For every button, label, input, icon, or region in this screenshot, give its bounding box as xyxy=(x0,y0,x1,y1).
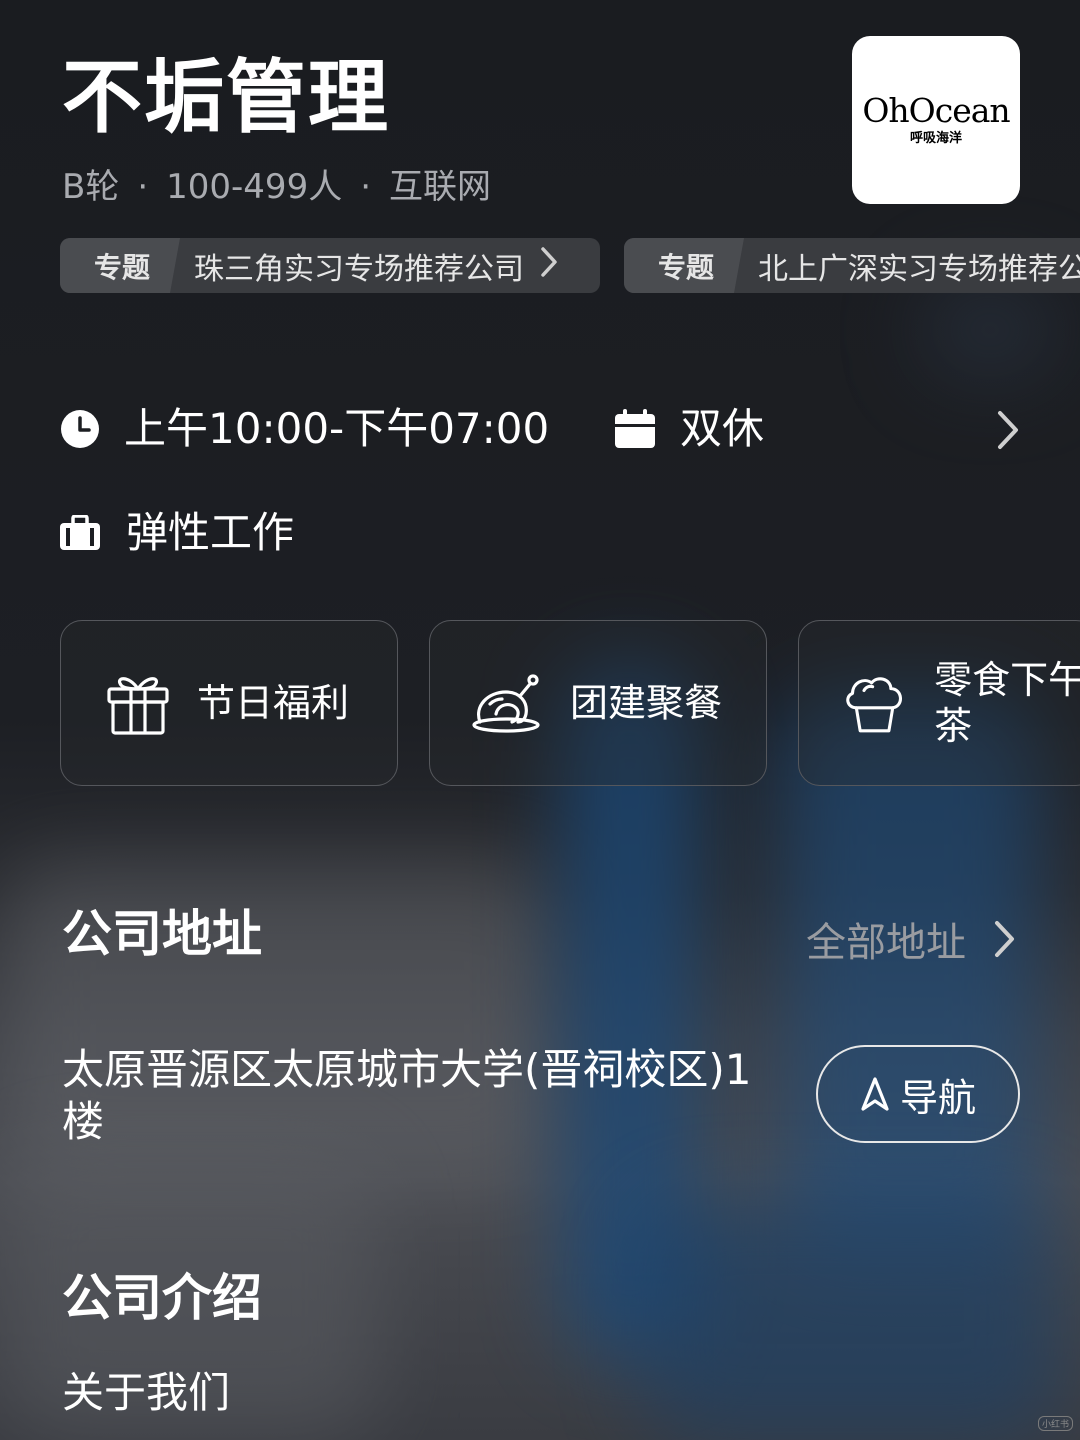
topic-chip-prd[interactable]: 专题 珠三角实习专场推荐公司 xyxy=(60,238,600,293)
company-industry: 互联网 xyxy=(389,167,492,207)
about-us-heading: 关于我们 xyxy=(62,1368,231,1417)
address-section-title: 公司地址 xyxy=(62,905,262,963)
topic-tag: 专题 xyxy=(624,238,744,293)
benefit-card-snacks[interactable]: 零食下午茶 xyxy=(798,620,1080,786)
intro-section-title: 公司介绍 xyxy=(62,1269,262,1327)
gift-icon xyxy=(107,677,169,735)
all-addresses-label: 全部地址 xyxy=(806,920,966,966)
clock-icon xyxy=(61,410,99,448)
all-addresses-link[interactable]: 全部地址 xyxy=(806,910,1018,968)
meta-separator: · xyxy=(360,167,372,207)
work-hours: 上午10:00-下午07:00 xyxy=(60,404,549,454)
company-address: 太原晋源区太原城市大学(晋祠校区)1楼 xyxy=(62,1045,752,1146)
meta-separator: · xyxy=(137,167,149,207)
work-hours-text: 上午10:00-下午07:00 xyxy=(124,404,550,453)
logo-subtitle: 呼吸海洋 xyxy=(909,131,962,146)
navigation-arrow-icon xyxy=(861,1077,889,1111)
benefit-card-holiday[interactable]: 节日福利 xyxy=(60,620,398,786)
rest-days[interactable]: 双休 xyxy=(614,404,764,454)
chevron-right-icon xyxy=(524,246,580,286)
company-name: 不垢管理 xyxy=(62,51,390,144)
roast-chicken-icon xyxy=(472,674,540,733)
funding-stage: B轮 xyxy=(62,167,120,207)
navigate-label: 导航 xyxy=(899,1075,976,1120)
topic-tag: 专题 xyxy=(60,238,180,293)
benefit-label: 团建聚餐 xyxy=(570,681,723,725)
flexible-work: 弹性工作 xyxy=(60,508,294,558)
company-meta: B轮 · 100-499人 · 互联网 xyxy=(62,164,491,210)
chevron-right-icon[interactable] xyxy=(994,408,1024,452)
logo-brand: OhOcean xyxy=(862,91,1010,130)
cupcake-icon xyxy=(846,677,902,733)
calendar-icon xyxy=(615,409,655,448)
rest-days-text: 双休 xyxy=(680,404,765,453)
benefit-label: 零食下午茶 xyxy=(934,658,1080,748)
navigate-button[interactable]: 导航 xyxy=(816,1045,1020,1143)
company-size: 100-499人 xyxy=(166,167,343,207)
benefit-label: 节日福利 xyxy=(197,681,350,725)
watermark: 小红书 xyxy=(1038,1416,1074,1431)
topic-text: 北上广深实习专场推荐公司 xyxy=(758,251,1080,287)
topic-chip-tier1[interactable]: 专题 北上广深实习专场推荐公司 xyxy=(624,238,1080,293)
flexible-work-text: 弹性工作 xyxy=(126,508,295,557)
company-logo[interactable]: OhOcean 呼吸海洋 xyxy=(852,36,1020,204)
chevron-right-icon xyxy=(995,921,1014,957)
topic-text: 珠三角实习专场推荐公司 xyxy=(194,251,525,287)
briefcase-icon xyxy=(60,515,100,550)
benefit-card-team-dinner[interactable]: 团建聚餐 xyxy=(429,620,767,786)
